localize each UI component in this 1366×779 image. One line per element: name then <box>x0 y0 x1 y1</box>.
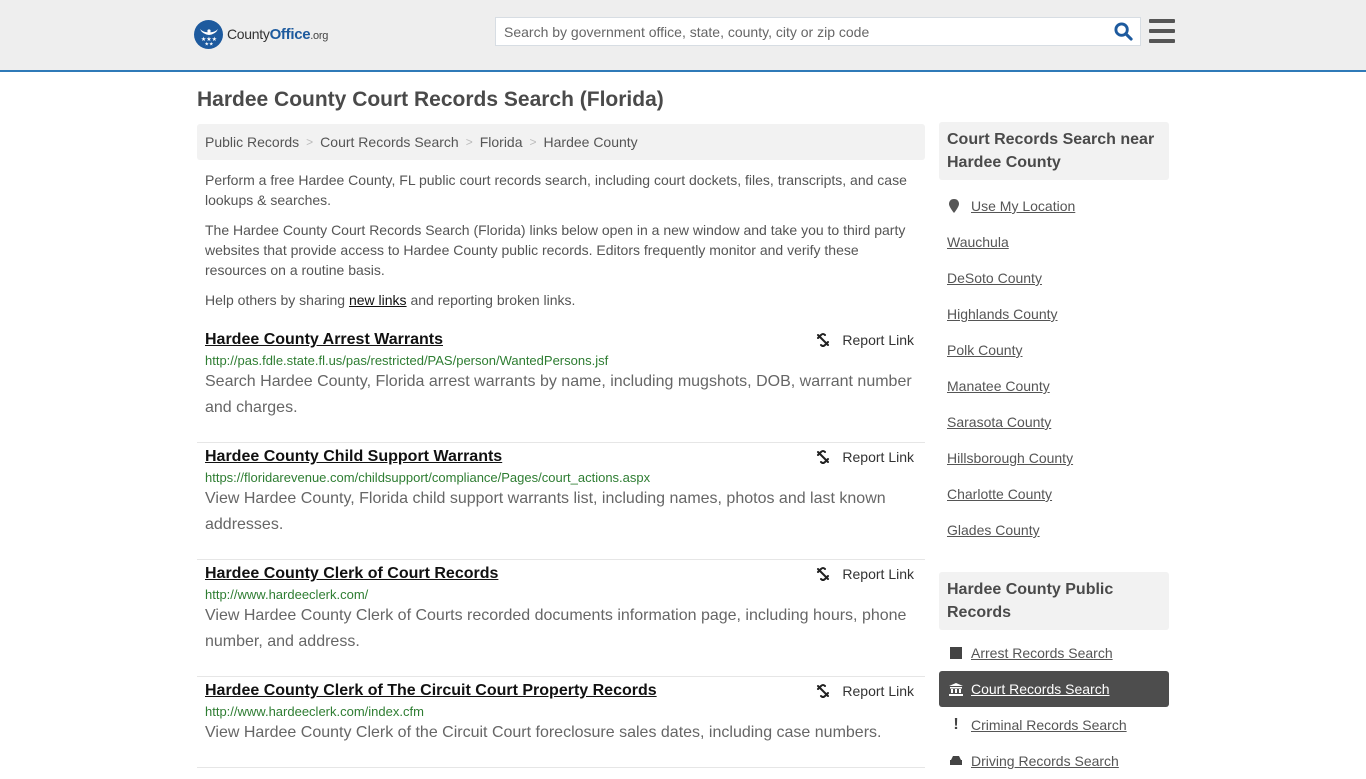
broken-link-icon <box>817 450 830 464</box>
breadcrumb-florida[interactable]: Florida <box>480 134 523 150</box>
intro-p3-text-after: and reporting broken links. <box>406 292 576 308</box>
sidebar-nearby: Court Records Search near Hardee County … <box>939 122 1169 548</box>
public-records-list: Arrest Records Search Court Records Sear… <box>939 635 1169 779</box>
result-item: Hardee County Clerk of Court Records Rep… <box>197 560 925 677</box>
logo-text-main: County <box>227 26 270 42</box>
sidebar-item-driving-records[interactable]: Driving Records Search <box>939 743 1169 779</box>
eagle-logo-icon: ★★★ ★★ <box>194 20 223 49</box>
broken-link-icon <box>817 333 830 347</box>
sidebar-item-criminal-records[interactable]: ! Criminal Records Search <box>939 707 1169 743</box>
sidebar-public-records-title: Hardee County Public Records <box>939 572 1169 630</box>
logo-text-tld: .org <box>310 30 329 42</box>
search-input[interactable] <box>496 18 1106 45</box>
breadcrumb-public-records[interactable]: Public Records <box>205 134 299 150</box>
logo-text-bold: Office <box>269 26 311 43</box>
broken-link-icon <box>817 567 830 581</box>
intro-text: Perform a free Hardee County, FL public … <box>205 170 917 320</box>
nearby-item: Manatee County <box>947 368 1169 404</box>
result-item: Hardee County Child Support Warrants Rep… <box>197 443 925 560</box>
court-records-link[interactable]: Court Records Search <box>971 681 1110 697</box>
report-link-button[interactable]: Report Link <box>815 566 914 582</box>
report-link-button[interactable]: Report Link <box>815 332 914 348</box>
result-description: View Hardee County, Florida child suppor… <box>205 490 886 533</box>
nearby-item: Highlands County <box>947 296 1169 332</box>
use-my-location-item: Use My Location <box>947 188 1169 224</box>
nearby-list: Use My Location Wauchula DeSoto County H… <box>939 188 1169 548</box>
breadcrumb-separator: > <box>529 135 537 149</box>
result-description: View Hardee County Clerk of Courts recor… <box>205 607 907 650</box>
result-description: View Hardee County Clerk of the Circuit … <box>205 724 882 741</box>
breadcrumb-hardee-county[interactable]: Hardee County <box>544 134 638 150</box>
search-icon <box>1113 22 1133 41</box>
logo-text: CountyOffice.org <box>227 26 328 43</box>
page-title: Hardee County Court Records Search (Flor… <box>197 88 664 111</box>
sidebar-nearby-title: Court Records Search near Hardee County <box>939 122 1169 180</box>
use-my-location-link[interactable]: Use My Location <box>971 198 1075 214</box>
result-item: Hardee County Clerk of The Circuit Court… <box>197 677 925 768</box>
search-button[interactable] <box>1106 18 1140 45</box>
result-url: http://www.hardeeclerk.com/ <box>205 587 369 602</box>
exclamation-icon: ! <box>953 716 959 733</box>
intro-p3-text: Help others by sharing <box>205 292 349 308</box>
breadcrumb-court-records-search[interactable]: Court Records Search <box>320 134 459 150</box>
nearby-item: DeSoto County <box>947 260 1169 296</box>
sidebar-public-records: Hardee County Public Records Arrest Reco… <box>939 572 1169 779</box>
result-title-link[interactable]: Hardee County Child Support Warrants <box>205 448 502 466</box>
nearby-link-wauchula[interactable]: Wauchula <box>947 234 1009 250</box>
nearby-item: Sarasota County <box>947 404 1169 440</box>
arrest-records-link[interactable]: Arrest Records Search <box>971 645 1113 661</box>
result-url: http://www.hardeeclerk.com/index.cfm <box>205 704 424 719</box>
criminal-records-link[interactable]: Criminal Records Search <box>971 717 1127 733</box>
intro-paragraph-3: Help others by sharing new links and rep… <box>205 290 917 310</box>
top-bar: ★★★ ★★ CountyOffice.org <box>0 0 1366 72</box>
report-link-button[interactable]: Report Link <box>815 683 914 699</box>
breadcrumb-separator: > <box>306 135 314 149</box>
result-description: Search Hardee County, Florida arrest war… <box>205 373 912 416</box>
nearby-item: Glades County <box>947 512 1169 548</box>
report-link-label: Report Link <box>842 332 914 348</box>
report-link-label: Report Link <box>842 566 914 582</box>
report-link-label: Report Link <box>842 449 914 465</box>
nearby-item: Polk County <box>947 332 1169 368</box>
car-icon <box>949 755 963 767</box>
nearby-link-hillsborough[interactable]: Hillsborough County <box>947 450 1073 466</box>
intro-paragraph-1: Perform a free Hardee County, FL public … <box>205 172 907 208</box>
result-title-link[interactable]: Hardee County Arrest Warrants <box>205 331 443 349</box>
result-title-link[interactable]: Hardee County Clerk of Court Records <box>205 565 498 583</box>
nearby-link-manatee[interactable]: Manatee County <box>947 378 1050 394</box>
result-url: https://floridarevenue.com/childsupport/… <box>205 470 651 485</box>
hamburger-menu-icon[interactable] <box>1149 19 1175 43</box>
result-url: http://pas.fdle.state.fl.us/pas/restrict… <box>205 353 609 368</box>
result-title-link[interactable]: Hardee County Clerk of The Circuit Court… <box>205 682 657 700</box>
courthouse-icon <box>949 682 963 696</box>
nearby-link-polk[interactable]: Polk County <box>947 342 1022 358</box>
sidebar-item-arrest-records[interactable]: Arrest Records Search <box>939 635 1169 671</box>
driving-records-link[interactable]: Driving Records Search <box>971 753 1119 769</box>
svg-text:★★: ★★ <box>204 41 213 46</box>
map-pin-icon <box>949 199 959 213</box>
sidebar-item-court-records[interactable]: Court Records Search <box>939 671 1169 707</box>
results-list: Hardee County Arrest Warrants Report Lin… <box>197 326 925 768</box>
nearby-link-charlotte[interactable]: Charlotte County <box>947 486 1052 502</box>
report-link-button[interactable]: Report Link <box>815 449 914 465</box>
breadcrumb-separator: > <box>465 135 473 149</box>
nearby-link-highlands[interactable]: Highlands County <box>947 306 1058 322</box>
site-logo[interactable]: ★★★ ★★ CountyOffice.org <box>194 20 328 49</box>
result-item: Hardee County Arrest Warrants Report Lin… <box>197 326 925 443</box>
nearby-link-glades[interactable]: Glades County <box>947 522 1040 538</box>
nearby-item: Charlotte County <box>947 476 1169 512</box>
new-links-link[interactable]: new links <box>349 292 407 308</box>
broken-link-icon <box>817 684 830 698</box>
breadcrumb: Public Records > Court Records Search > … <box>197 124 925 160</box>
nearby-link-sarasota[interactable]: Sarasota County <box>947 414 1051 430</box>
search-box <box>495 17 1141 46</box>
nearby-item: Wauchula <box>947 224 1169 260</box>
report-link-label: Report Link <box>842 683 914 699</box>
nearby-item: Hillsborough County <box>947 440 1169 476</box>
intro-paragraph-2: The Hardee County Court Records Search (… <box>205 222 906 278</box>
nearby-link-desoto[interactable]: DeSoto County <box>947 270 1042 286</box>
square-icon <box>949 647 963 659</box>
